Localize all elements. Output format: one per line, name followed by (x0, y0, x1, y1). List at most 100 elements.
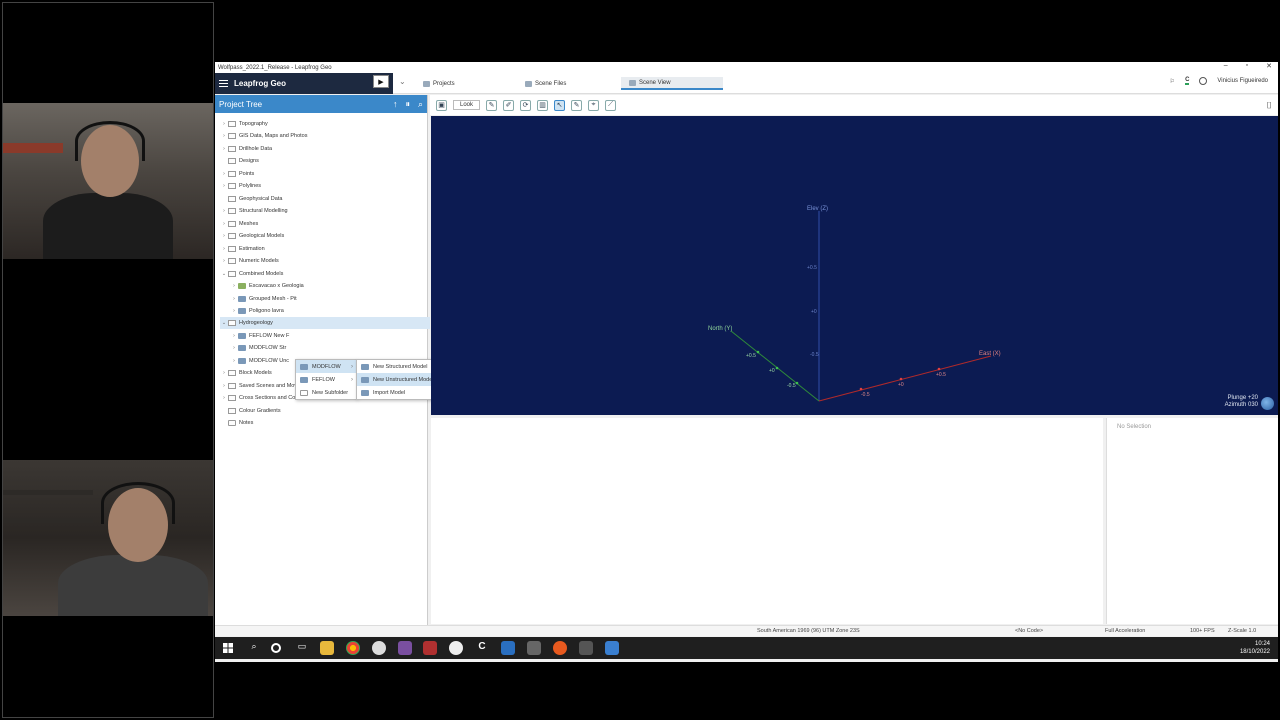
tree-item-geophysical[interactable]: Geophysical Data (220, 193, 282, 205)
leapfrog-icon[interactable] (501, 641, 515, 655)
clock[interactable]: 10:24 18/10/2022 (1240, 640, 1270, 656)
app-icon[interactable] (527, 641, 541, 655)
edit-icon[interactable]: ✎ (571, 99, 583, 111)
hamburger-menu-icon[interactable] (219, 79, 228, 87)
y-tick-mark (795, 381, 799, 385)
expand-arrow-icon[interactable]: › (230, 283, 238, 289)
expand-arrow-icon[interactable]: › (220, 133, 228, 139)
expand-arrow-icon[interactable]: › (230, 296, 238, 302)
expand-arrow-icon[interactable]: › (220, 233, 228, 239)
expand-arrow-icon[interactable]: › (220, 121, 228, 127)
browser-icon[interactable] (372, 641, 386, 655)
tree-item-numeric[interactable]: › Numeric Models (220, 255, 279, 267)
ruler-icon[interactable]: ⟋ (605, 99, 617, 111)
user-name[interactable]: Vinicius Figueiredo (1217, 78, 1268, 84)
pause-icon[interactable]: ⏸ (405, 99, 410, 110)
app-icon[interactable] (423, 641, 437, 655)
measure-icon[interactable]: ⌖ (588, 99, 600, 111)
code-label[interactable]: <No Code> (1015, 628, 1043, 634)
tree-item-grouped-mesh[interactable]: › Grouped Mesh - Pit (230, 293, 297, 305)
globe-icon[interactable] (1261, 397, 1274, 410)
collapse-arrow-icon[interactable]: ⌄ (220, 320, 228, 326)
camera-icon[interactable]: ⌷ (1267, 100, 1272, 111)
tab-projects[interactable]: Projects (415, 77, 463, 90)
app-icon[interactable] (449, 641, 463, 655)
close-button[interactable]: ✕ (1266, 62, 1272, 70)
expand-arrow-icon[interactable]: › (220, 146, 228, 152)
maximize-button[interactable]: ▫ (1246, 62, 1248, 70)
central-icon[interactable]: C (475, 641, 489, 655)
app-icon[interactable] (553, 641, 567, 655)
tab-scene-files[interactable]: Scene Files (517, 77, 574, 90)
expand-arrow-icon[interactable]: › (220, 221, 228, 227)
search-icon[interactable]: ⌕ (418, 99, 423, 110)
menu-item-modflow[interactable]: MODFLOW › (296, 360, 356, 373)
expand-arrow-icon[interactable]: › (220, 171, 228, 177)
tree-item-notes[interactable]: Notes (220, 417, 253, 429)
tree-item-meshes[interactable]: › Meshes (220, 218, 258, 230)
slice-icon[interactable]: ▥ (537, 99, 549, 111)
expand-arrow-icon[interactable]: › (220, 246, 228, 252)
expand-arrow-icon[interactable]: › (230, 308, 238, 314)
pen-icon[interactable]: ✐ (503, 99, 515, 111)
tree-item-colour-gradients[interactable]: Colour Gradients (220, 405, 281, 417)
app-icon[interactable] (579, 641, 593, 655)
tree-item-polylines[interactable]: › Polylines (220, 180, 261, 192)
tree-item-modflow-unc[interactable]: › MODFLOW Unc (230, 355, 289, 367)
x-tick-mark (859, 387, 863, 391)
chevron-down-icon[interactable]: ⌄ (399, 77, 406, 86)
minimize-button[interactable]: – (1224, 62, 1228, 70)
task-view-icon[interactable]: ▭ (295, 641, 309, 655)
search-icon[interactable]: ⌕ (247, 641, 261, 655)
tree-item-combined[interactable]: ⌄ Combined Models (220, 268, 283, 280)
cortana-icon[interactable] (271, 643, 281, 653)
folder-icon (228, 221, 236, 227)
tree-item-drillhole[interactable]: › Drillhole Data (220, 143, 272, 155)
tree-item-feflow[interactable]: › FEFLOW New F (230, 330, 289, 342)
expand-arrow-icon[interactable]: › (220, 395, 228, 401)
tree-item-structural[interactable]: › Structural Modelling (220, 205, 288, 217)
expand-arrow-icon[interactable]: › (230, 333, 238, 339)
tree-item-hydrogeology[interactable]: ⌄ Hydrogeology (220, 317, 430, 329)
expand-arrow-icon[interactable]: › (230, 358, 238, 364)
tree-item-designs[interactable]: Designs (220, 155, 259, 167)
teams-icon[interactable] (398, 641, 412, 655)
select-icon[interactable]: ↖ (554, 99, 566, 111)
scene-view-3d[interactable]: Elev (Z) North (Y) East (X) +0.5 +0 -0.5… (431, 116, 1278, 415)
expand-arrow-icon[interactable]: › (220, 208, 228, 214)
tree-item-estimation[interactable]: › Estimation (220, 243, 265, 255)
z-scale-label[interactable]: Z-Scale 1.0 (1228, 628, 1256, 634)
tree-item-geological[interactable]: › Geological Models (220, 230, 284, 242)
view-icon[interactable]: ▣ (436, 99, 447, 111)
upload-icon[interactable]: ↑ (393, 99, 398, 109)
menu-item-new-subfolder[interactable]: New Subfolder (296, 386, 356, 399)
tree-item-points[interactable]: › Points (220, 168, 254, 180)
look-dropdown[interactable]: Look (453, 100, 481, 110)
tree-item-poligono[interactable]: › Poligono lavra (230, 305, 284, 317)
draw-icon[interactable]: ✎ (486, 99, 498, 111)
file-explorer-icon[interactable] (320, 641, 334, 655)
flag-icon[interactable]: ⚐ (1170, 78, 1175, 85)
tree-item-label: Polylines (239, 183, 262, 189)
expand-arrow-icon[interactable]: › (220, 383, 228, 389)
tree-item-block-models[interactable]: › Block Models (220, 367, 272, 379)
tree-item-gis[interactable]: › GIS Data, Maps and Photos (220, 130, 307, 142)
central-icon[interactable]: C (1185, 77, 1190, 85)
rotate-icon[interactable]: ⟳ (520, 99, 532, 111)
menu-item-feflow[interactable]: FEFLOW › (296, 373, 356, 386)
tree-item-saved-scenes[interactable]: › Saved Scenes and Movies (220, 380, 304, 392)
tree-item-escavacao[interactable]: › Escavacao x Geologia (230, 280, 304, 292)
expand-arrow-icon[interactable]: › (220, 183, 228, 189)
collapse-arrow-icon[interactable]: ⌄ (220, 271, 228, 277)
expand-arrow-icon[interactable]: › (220, 370, 228, 376)
chrome-icon[interactable] (346, 641, 360, 655)
expand-arrow-icon[interactable]: › (230, 345, 238, 351)
crs-label[interactable]: South American 1969 (96) UTM Zone 23S (757, 628, 860, 634)
expand-arrow-icon[interactable]: › (220, 258, 228, 264)
play-button[interactable]: ▶ (373, 75, 389, 88)
app-icon[interactable] (605, 641, 619, 655)
tree-item-modflow-str[interactable]: › MODFLOW Str (230, 342, 286, 354)
tree-item-topography[interactable]: › Topography (220, 118, 268, 130)
tab-scene-view[interactable]: Scene View (621, 77, 723, 90)
windows-start-icon[interactable] (221, 641, 235, 655)
